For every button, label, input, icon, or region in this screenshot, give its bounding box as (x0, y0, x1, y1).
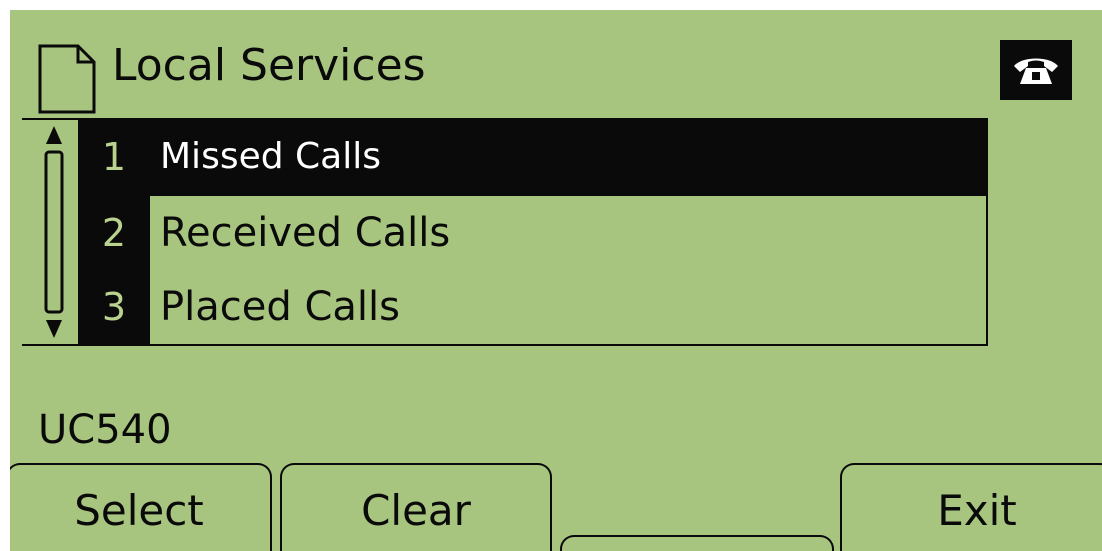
list-item-received-calls[interactable]: 2 Received Calls (78, 196, 986, 270)
list-item-label: Placed Calls (160, 284, 400, 330)
blank-softkey[interactable] (560, 535, 834, 551)
phone-status-indicator (1000, 40, 1072, 100)
scrollbar[interactable] (42, 122, 66, 342)
scroll-up-arrow-icon (46, 126, 62, 144)
list-item-label: Received Calls (160, 210, 451, 256)
screen-title: Local Services (112, 40, 426, 91)
document-icon (38, 44, 96, 114)
scroll-down-arrow-icon (46, 320, 62, 338)
list-item-missed-calls[interactable]: 1 Missed Calls (78, 120, 986, 196)
call-list: 1 Missed Calls 2 Received Calls 3 Placed… (22, 118, 988, 346)
list-right-border (986, 118, 988, 346)
scroll-thumb (44, 150, 64, 314)
select-softkey[interactable]: Select (10, 463, 272, 551)
device-name: UC540 (38, 407, 172, 453)
list-item-number: 3 (101, 285, 127, 329)
list-item-number: 1 (101, 135, 127, 179)
list-item-label: Missed Calls (160, 136, 381, 177)
list-bottom-border (22, 344, 988, 346)
handset-icon (1014, 58, 1058, 84)
list-item-placed-calls[interactable]: 3 Placed Calls (78, 270, 986, 344)
list-item-number: 2 (101, 211, 127, 255)
lcd-screen: Local Services 1 Missed Calls 2 Received… (10, 10, 1102, 551)
clear-softkey[interactable]: Clear (280, 463, 552, 551)
exit-softkey[interactable]: Exit (840, 463, 1102, 551)
